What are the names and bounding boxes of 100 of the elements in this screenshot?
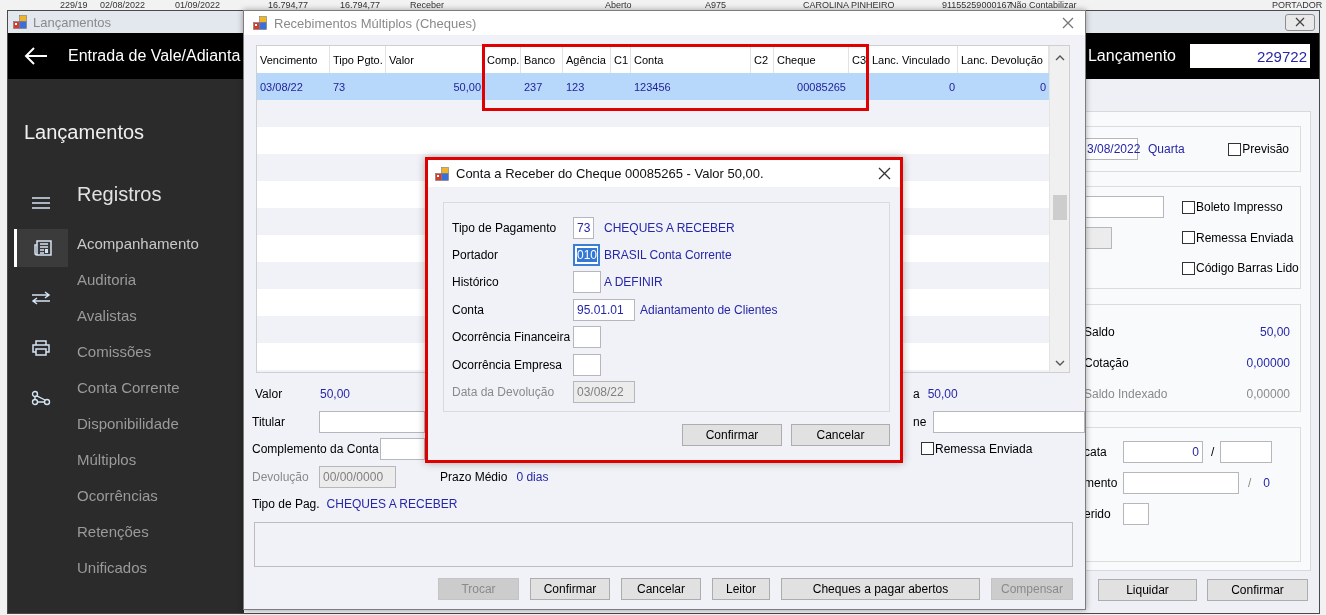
table-cell-text: 123456 xyxy=(633,79,672,95)
menu-icon[interactable] xyxy=(32,197,50,209)
checkbox-label: Remessa Enviada xyxy=(935,441,1033,456)
close-icon xyxy=(1062,17,1074,29)
close-icon xyxy=(1295,17,1305,27)
table-cell-text: 03/08/22 xyxy=(259,79,304,95)
text-field[interactable] xyxy=(573,326,601,349)
field-label: Prazo Médio xyxy=(440,469,508,484)
table-cell-text: 0 xyxy=(947,79,956,95)
checkbox[interactable] xyxy=(1182,261,1195,275)
field-value: CHEQUES A RECEBER xyxy=(326,497,458,511)
text-field[interactable] xyxy=(380,437,425,460)
checkbox[interactable] xyxy=(1182,231,1195,245)
window-title: Lançamentos xyxy=(33,14,112,30)
record-number-field[interactable]: 229722 xyxy=(1190,44,1310,68)
list-cell: PORTADOR xyxy=(1272,0,1323,10)
checkbox[interactable] xyxy=(1182,200,1195,214)
field-description: A DEFINIR xyxy=(604,275,663,290)
text-field[interactable] xyxy=(573,271,601,294)
table-row[interactable]: 03/08/22 73 50,00 237 123 123456 00085265 0 0 xyxy=(257,73,1049,100)
sidebar-item[interactable]: Múltiplos xyxy=(77,442,137,478)
field-description: CHEQUES A RECEBER xyxy=(604,220,735,235)
checkbox[interactable] xyxy=(921,442,934,455)
sidebar-item[interactable]: Retenções xyxy=(77,514,149,550)
separator-text: / xyxy=(1248,475,1252,490)
button[interactable]: Liquidar xyxy=(1098,579,1197,601)
field-value: 0,00000 xyxy=(1246,355,1290,370)
printer-icon[interactable] xyxy=(32,340,50,356)
text-field[interactable] xyxy=(573,353,601,376)
sidebar-item[interactable]: Comissões xyxy=(77,334,152,370)
chevron-down-icon[interactable] xyxy=(1054,359,1065,367)
text-field[interactable] xyxy=(319,410,425,433)
sidebar-item[interactable]: Disponibilidade xyxy=(77,406,179,442)
field-value: 0,00000 xyxy=(1246,386,1290,401)
text-field[interactable] xyxy=(1084,226,1112,249)
text-field[interactable] xyxy=(1220,440,1273,463)
table-cell-text: 73 xyxy=(332,79,347,95)
table-cell-text: 00085265 xyxy=(796,79,847,95)
button[interactable]: Leitor xyxy=(712,578,770,600)
text-field[interactable]: 73 xyxy=(573,216,594,239)
field-label: Histórico xyxy=(452,275,500,290)
close-button[interactable] xyxy=(876,165,893,182)
field-label: Saldo xyxy=(1084,324,1115,339)
text-field[interactable] xyxy=(933,410,1085,433)
button[interactable]: Cancelar xyxy=(791,424,890,446)
field-label: ne xyxy=(913,414,928,429)
close-button[interactable] xyxy=(1285,13,1315,31)
sidebar-item[interactable]: Acompanhamento xyxy=(77,226,199,262)
field-label: Valor xyxy=(255,387,284,401)
sidebar-item[interactable]: Auditoria xyxy=(77,262,137,298)
sidebar-item[interactable]: Conta Corrente xyxy=(77,370,180,406)
table-cell-text: 123 xyxy=(565,79,586,95)
record-label: Lançamento xyxy=(1087,47,1176,65)
weekday-text: Quarta xyxy=(1148,142,1185,156)
checkbox-label: Boleto Impresso xyxy=(1196,200,1283,215)
list-cell: Receber xyxy=(410,0,445,10)
field-label: Devolução xyxy=(252,469,310,484)
field-label: Complemento da Conta xyxy=(252,441,380,456)
newspaper-icon[interactable] xyxy=(33,240,52,256)
scrollbar[interactable] xyxy=(1049,46,1069,372)
checkbox[interactable] xyxy=(1228,142,1242,156)
sidebar-item[interactable]: Unificados xyxy=(77,550,148,586)
button[interactable]: Cancelar xyxy=(621,578,701,600)
chevron-up-icon[interactable] xyxy=(1054,54,1065,62)
list-cell: CAROLINA PINHEIRO xyxy=(803,0,895,10)
back-arrow-icon[interactable] xyxy=(24,47,48,65)
field-label: Conta xyxy=(452,302,486,317)
sidebar-item[interactable]: Avalistas xyxy=(77,298,137,334)
text-field[interactable] xyxy=(1123,502,1149,525)
text-field[interactable]: 95.01.01 xyxy=(573,298,635,321)
text-field[interactable]: 010 xyxy=(573,244,600,267)
scroll-thumb[interactable] xyxy=(1052,195,1067,220)
checkbox-label: Código Barras Lido xyxy=(1196,261,1299,276)
field-label: Saldo Indexado xyxy=(1084,386,1168,401)
sidebar-item[interactable]: Ocorrências xyxy=(77,478,158,514)
section-heading: Registros xyxy=(77,182,162,207)
button[interactable]: Confirmar xyxy=(682,424,782,446)
field-description: Adiantamento de Clientes xyxy=(640,302,778,317)
field-description: BRASIL Conta Corrente xyxy=(604,248,732,263)
app-icon xyxy=(253,16,267,30)
date-field[interactable]: 3/08/2022 xyxy=(1084,138,1138,160)
sidebar-heading: Lançamentos xyxy=(24,120,146,144)
transfer-arrows-icon[interactable] xyxy=(31,291,51,305)
app-icon xyxy=(13,15,27,29)
text-field[interactable] xyxy=(1084,196,1164,219)
text-field[interactable] xyxy=(1123,471,1239,494)
text-field[interactable]: 0 xyxy=(1123,440,1203,463)
field-value: 50,00 xyxy=(1259,324,1290,339)
table-cell-text: 0 xyxy=(1038,79,1047,95)
button[interactable]: Cheques a pagar abertos xyxy=(781,578,980,600)
list-cell: A975 xyxy=(705,0,727,10)
button[interactable]: Confirmar xyxy=(1207,579,1308,601)
field-label: Ocorrência Empresa xyxy=(452,357,564,372)
field-label: a xyxy=(913,387,920,401)
list-cell: Não Contabilizar xyxy=(1010,0,1077,10)
field-label: Portador xyxy=(452,248,500,263)
checkbox-label: Previsão xyxy=(1242,142,1289,156)
window-title: Recebimentos Múltiplos (Cheques) xyxy=(274,15,477,31)
nodes-icon[interactable] xyxy=(31,390,51,406)
button[interactable]: Confirmar xyxy=(530,578,610,600)
